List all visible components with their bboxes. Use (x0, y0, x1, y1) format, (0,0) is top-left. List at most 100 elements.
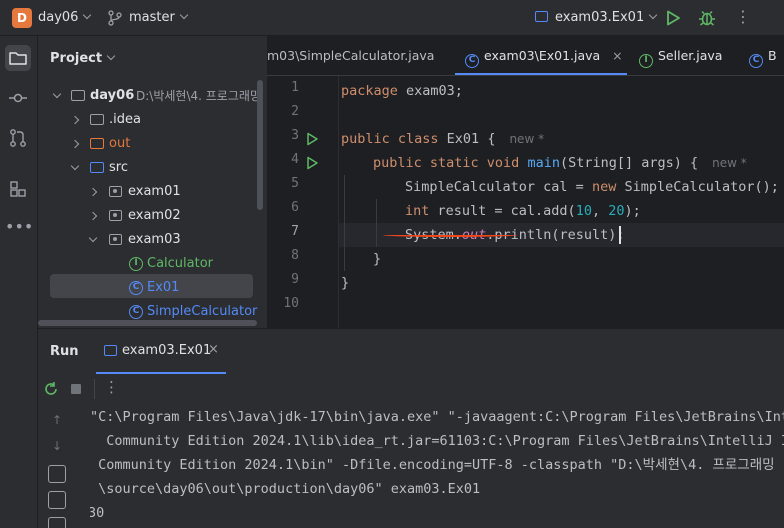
run-config-selector[interactable]: exam03.Ex01 (555, 10, 658, 25)
project-switcher[interactable]: day06 (38, 10, 92, 25)
expand-arrow-icon (88, 187, 98, 197)
code-line-1[interactable]: package exam03; (341, 79, 463, 103)
more-actions-icon[interactable]: ⋮ (735, 8, 751, 28)
code-line-9[interactable]: } (341, 271, 349, 295)
project-panel-header[interactable]: Project (50, 51, 116, 66)
code-text: result = cal.add( (429, 203, 576, 219)
code-text: } (373, 251, 382, 267)
project-panel-title: Project (50, 51, 103, 66)
debug-icon[interactable] (697, 8, 717, 28)
run-config-icon (535, 11, 548, 22)
structure-tool-button[interactable] (5, 176, 31, 202)
code-text: SimpleCalculator cal = (405, 179, 592, 195)
keyword: package (341, 83, 398, 99)
code-line-6[interactable]: int result = cal.add(10, 20); (405, 199, 641, 223)
tree-item-idea[interactable]: .idea (38, 108, 266, 132)
scroll-to-end-icon[interactable] (48, 491, 66, 509)
package-icon (109, 210, 122, 221)
expand-arrow-icon (70, 139, 80, 149)
tree-item-exam03[interactable]: exam03 (38, 228, 266, 252)
close-icon[interactable]: × (208, 342, 219, 357)
rerun-icon[interactable] (43, 381, 59, 397)
runnable-class-icon: C (129, 281, 143, 295)
code-line-8[interactable]: } (373, 247, 381, 271)
stop-icon[interactable] (68, 381, 84, 397)
tree-item-label: exam02 (128, 208, 181, 223)
more-options-icon[interactable]: ⋮ (104, 378, 119, 396)
code-text: SimpleCalculator(); (616, 179, 779, 195)
pull-requests-tool-button[interactable] (5, 125, 31, 151)
run-gutter-icon[interactable] (305, 156, 319, 170)
code-line-5[interactable]: SimpleCalculator cal = new SimpleCalcula… (405, 175, 779, 199)
runnable-class-icon: C (465, 54, 479, 68)
tree-item-day06[interactable]: day06 D:\박세현\4. 프로그래밍 (38, 84, 266, 108)
pull-request-icon (10, 129, 26, 147)
code-vision-hint[interactable]: new * (509, 132, 544, 146)
number-literal: 10 (575, 203, 592, 219)
line-number: 9 (291, 272, 299, 287)
console-output-result: 30 (90, 505, 105, 521)
tab-ex01[interactable]: Cexam03\Ex01.java × (465, 48, 623, 68)
console-line: \source\day06\out\production\day06" exam… (90, 481, 481, 497)
gutter-separator (338, 76, 339, 328)
soft-wrap-icon[interactable] (48, 465, 66, 483)
tab-label: exam03\Ex01.java (484, 48, 601, 63)
code-text: Ex01 { (438, 131, 496, 147)
tree-item-label: src (109, 160, 128, 175)
indent-guide (344, 175, 345, 271)
code-vision-hint[interactable]: new * (712, 156, 747, 170)
class-icon: C (129, 305, 143, 319)
console-line: Community Edition 2024.1\bin" -Dfile.enc… (90, 457, 775, 473)
code-text: , (591, 203, 609, 219)
keyword: public static void (373, 155, 520, 171)
line-number: 5 (291, 176, 299, 191)
branch-switcher[interactable]: master (129, 10, 189, 25)
project-badge[interactable]: D (12, 8, 32, 28)
code-line-4[interactable]: public static void main(String[] args) {… (373, 151, 747, 175)
tree-item-exam02[interactable]: exam02 (38, 204, 266, 228)
run-icon[interactable] (664, 9, 682, 27)
tab-simplecalculator[interactable]: m03\SimpleCalculator.java (267, 48, 434, 63)
more-tools-icon[interactable]: ••• (5, 216, 33, 242)
run-gutter-icon[interactable] (305, 132, 319, 146)
keyword: new (591, 179, 617, 195)
tab-seller[interactable]: I Seller.java (639, 48, 722, 68)
code-text: } (341, 275, 350, 291)
run-tab[interactable]: exam03.Ex01 (122, 343, 211, 358)
tree-item-exam01[interactable]: exam01 (38, 180, 266, 204)
keyword: int (405, 203, 430, 219)
arrow-down-icon[interactable]: ↓ (48, 439, 66, 457)
expand-arrow-icon (70, 115, 80, 125)
expand-arrow-icon (88, 211, 98, 221)
close-icon[interactable]: × (612, 48, 622, 63)
module-folder-icon (71, 90, 85, 101)
code-line-3[interactable]: public class Ex01 {new * (341, 127, 544, 151)
horizontal-scrollbar[interactable] (38, 320, 257, 326)
expand-arrow-icon (88, 233, 98, 243)
chevron-down-icon (179, 10, 189, 20)
tree-item-ex01[interactable]: C Ex01 (38, 276, 266, 300)
tab-overflow[interactable]: CB (749, 48, 777, 68)
line-number: 8 (291, 248, 299, 263)
text-caret (619, 226, 621, 244)
project-tool-button[interactable] (5, 45, 31, 71)
commit-tool-button[interactable] (5, 85, 31, 111)
tree-item-out[interactable]: out (38, 132, 266, 156)
editor-tabs: m03\SimpleCalculator.java Cexam03\Ex01.j… (267, 36, 784, 76)
tool-window-stripe: ••• (0, 36, 38, 528)
tree-item-calculator[interactable]: I Calculator (38, 252, 266, 276)
vertical-scrollbar[interactable] (257, 80, 263, 210)
commit-icon (9, 93, 27, 103)
toolbar-separator (94, 379, 95, 399)
print-icon[interactable] (48, 517, 66, 528)
tree-item-src[interactable]: src (38, 156, 266, 180)
chevron-down-icon (106, 51, 116, 61)
folder-icon (90, 114, 104, 125)
indent-guide (376, 199, 377, 247)
tab-label: B (768, 48, 777, 63)
expand-arrow-icon (52, 89, 62, 99)
code-text: (String[] args) { (559, 155, 699, 171)
package-icon (109, 186, 122, 197)
arrow-up-icon[interactable]: ↑ (48, 413, 66, 431)
console-output[interactable]: "C:\Program Files\Java\jdk-17\bin\java.e… (90, 407, 784, 528)
